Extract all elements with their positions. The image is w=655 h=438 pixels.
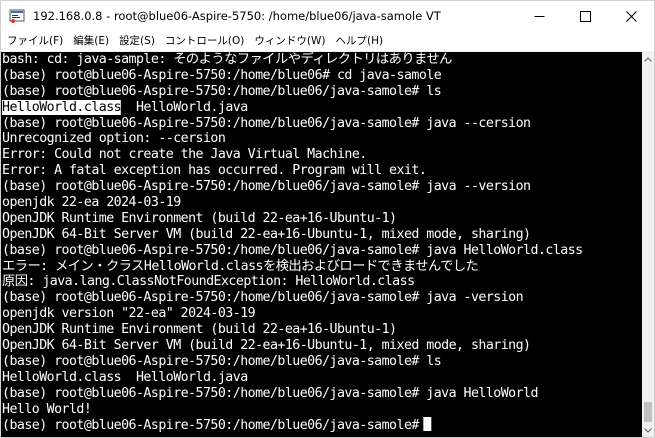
menu-edit[interactable]: 編集(E)	[68, 31, 114, 51]
menu-window[interactable]: ウィンドウ(W)	[249, 31, 330, 51]
chevron-down-icon	[644, 427, 652, 433]
minimize-icon	[534, 15, 544, 17]
terminal-line: (base) root@blue06-Aspire-5750:/home/blu…	[2, 353, 442, 369]
terminal-line: (base) root@blue06-Aspire-5750:/home/blu…	[2, 242, 583, 258]
scroll-thumb[interactable]	[644, 402, 652, 422]
terminal-line: (base) root@blue06-Aspire-5750:/home/blu…	[2, 67, 442, 83]
terminal-line: OpenJDK 64-Bit Server VM (build 22-ea+16…	[2, 338, 531, 354]
menu-settings[interactable]: 設定(S)	[114, 31, 160, 51]
title-bar[interactable]: 192.168.0.8 - root@blue06-Aspire-5750: /…	[1, 1, 654, 31]
terminal-line: エラー: メイン・クラスHelloWorld.classを検出およびロードできま…	[2, 258, 479, 274]
terminal-line: openjdk version "22-ea" 2024-03-19	[2, 306, 256, 322]
terminal-line: bash: cd: java-sample: そのようなファイルやディレクトリは…	[2, 52, 452, 67]
terminal-line: OpenJDK 64-Bit Server VM (build 22-ea+16…	[2, 226, 531, 242]
selected-text[interactable]: HelloWorld.class	[2, 99, 122, 115]
terminal-line: openjdk 22-ea 2024-03-19	[2, 195, 181, 211]
terminal-line: HelloWorld.class HelloWorld.java	[2, 369, 248, 385]
terminal-window: 192.168.0.8 - root@blue06-Aspire-5750: /…	[0, 0, 655, 438]
ls-output-rest: HelloWorld.java	[121, 99, 248, 115]
terminal-line: (base) root@blue06-Aspire-5750:/home/blu…	[2, 385, 538, 401]
menu-help[interactable]: ヘルプ(H)	[330, 31, 388, 51]
close-icon	[625, 10, 637, 22]
maximize-icon	[579, 10, 591, 22]
terminal-line: (base) root@blue06-Aspire-5750:/home/blu…	[2, 83, 442, 99]
window-controls	[516, 1, 654, 31]
minimize-button[interactable]	[516, 1, 562, 31]
menu-bar: ファイル(F) 編集(E) 設定(S) コントロール(O) ウィンドウ(W) ヘ…	[1, 31, 654, 52]
text-cursor	[422, 417, 431, 432]
window-title: 192.168.0.8 - root@blue06-Aspire-5750: /…	[33, 9, 441, 23]
terminal-screen[interactable]: bash: cd: java-sample: そのようなファイルやディレクトリは…	[1, 52, 642, 437]
terminal-line: OpenJDK Runtime Environment (build 22-ea…	[2, 322, 397, 338]
chevron-up-icon	[644, 56, 652, 62]
menu-file[interactable]: ファイル(F)	[1, 31, 68, 51]
terminal-line: Unrecognized option: --cersion	[2, 131, 226, 147]
terminal-line: (base) root@blue06-Aspire-5750:/home/blu…	[2, 179, 531, 195]
terminal-line-ls-output: HelloWorld.class HelloWorld.java	[2, 99, 641, 116]
terminal-line: Error: Could not create the Java Virtual…	[2, 147, 367, 163]
scroll-up-button[interactable]	[642, 52, 654, 66]
prompt: (base) root@blue06-Aspire-5750:/home/blu…	[2, 418, 419, 434]
terminal-line: 原因: java.lang.ClassNotFoundException: He…	[2, 274, 415, 290]
terminal-line: (base) root@blue06-Aspire-5750:/home/blu…	[2, 290, 524, 306]
terminal-prompt-line: (base) root@blue06-Aspire-5750:/home/blu…	[2, 417, 641, 433]
vertical-scrollbar[interactable]	[642, 52, 654, 437]
terminal-line: Error: A fatal exception has occurred. P…	[2, 163, 427, 179]
maximize-button[interactable]	[562, 1, 608, 31]
menu-control[interactable]: コントロール(O)	[160, 31, 249, 51]
scroll-down-button[interactable]	[642, 423, 654, 437]
terminal-line: OpenJDK Runtime Environment (build 22-ea…	[2, 210, 397, 226]
terminal-line: Hello World!	[2, 401, 92, 417]
terminal-output: bash: cd: java-sample: そのようなファイルやディレクトリは…	[2, 52, 642, 433]
teraterm-icon[interactable]	[7, 6, 27, 26]
close-button[interactable]	[608, 1, 654, 31]
terminal-line: (base) root@blue06-Aspire-5750:/home/blu…	[2, 115, 531, 131]
